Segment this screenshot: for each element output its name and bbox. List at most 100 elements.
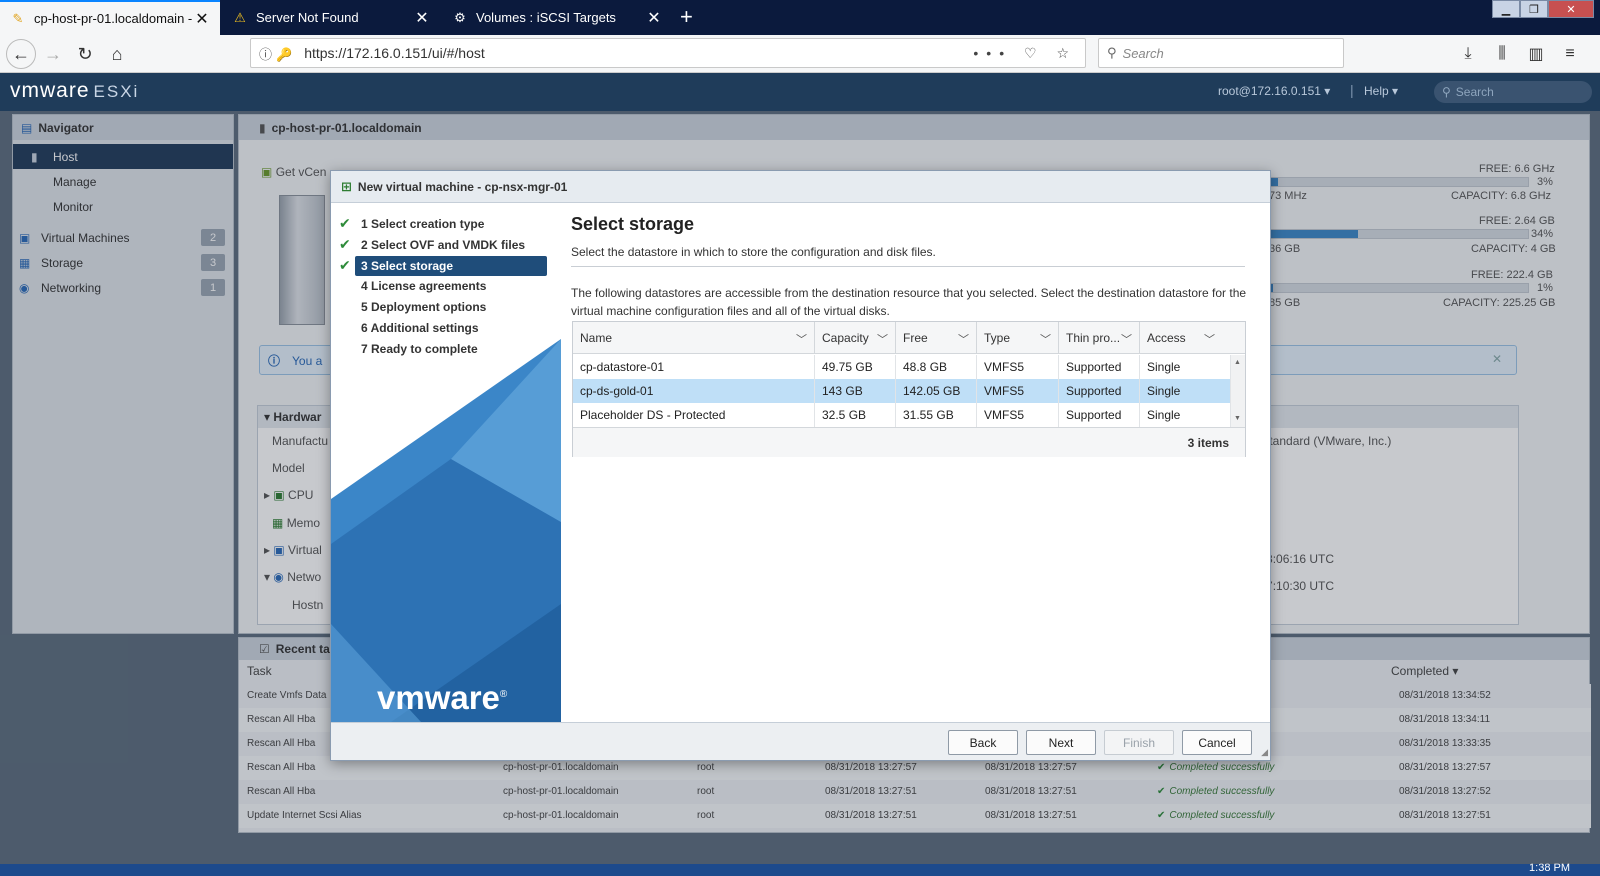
datastore-cell-free: 48.8 GB	[896, 355, 977, 379]
site-info-icon[interactable]: ⓘ🔑	[259, 44, 296, 63]
datastore-cell-free: 142.05 GB	[896, 379, 977, 403]
column-header-name[interactable]: Name ﹀	[573, 322, 815, 354]
wizard-step-6[interactable]: 6 Additional settings	[355, 318, 547, 338]
gear-icon: ⚙	[454, 9, 466, 25]
table-item-count: 3 items	[573, 427, 1245, 457]
datastore-cell-free: 31.55 GB	[896, 403, 977, 427]
user-menu[interactable]: root@172.16.0.151 ▾	[1218, 84, 1330, 98]
checkmark-icon: ✔	[339, 235, 351, 252]
datastore-cell-access: Single	[1140, 355, 1231, 379]
wizard-step-3[interactable]: 3 Select storage	[355, 255, 547, 276]
datastore-cell-type: VMFS5	[977, 403, 1059, 427]
header-separator: |	[1350, 82, 1354, 98]
wizard-title-bar: ⊞ New virtual machine - cp-nsx-mgr-01	[331, 171, 1270, 203]
next-button[interactable]: Next	[1026, 730, 1096, 755]
datastore-cell-capacity: 49.75 GB	[815, 355, 896, 379]
datastore-row[interactable]: cp-ds-gold-01 143 GB 142.05 GB VMFS5 Support…	[573, 379, 1231, 403]
tab-iscsi-targets[interactable]: ⚙ Volumes : iSCSI Targets ✕	[442, 0, 672, 35]
window-controls: ▁ ❐ ✕	[1492, 0, 1594, 18]
warning-icon: ⚠	[234, 9, 246, 25]
windows-taskbar: 1:38 PM	[0, 862, 1600, 876]
column-header-capacity[interactable]: Capacity ﹀	[815, 322, 896, 354]
datastore-row[interactable]: cp-datastore-01 49.75 GB 48.8 GB VMFS5 Suppo…	[573, 355, 1231, 379]
back-arrow-icon[interactable]: ←	[6, 39, 36, 69]
chevron-down-icon[interactable]: ﹀	[796, 331, 807, 347]
wizard-step-1[interactable]: 1 Select creation type	[355, 214, 547, 234]
wizard-step-2[interactable]: 2 Select OVF and VMDK files	[355, 235, 547, 255]
datastore-cell-thin: Supported	[1059, 379, 1140, 403]
home-icon[interactable]: ⌂	[102, 39, 132, 69]
datastore-table-header: Name ﹀ Capacity ﹀ Free ﹀ Type ﹀ Thin pro... ﹀…	[573, 322, 1245, 354]
datastore-cell-name: Placeholder DS - Protected	[573, 403, 815, 427]
datastore-cell-name: cp-ds-gold-01	[573, 379, 815, 403]
maximize-icon[interactable]: ❐	[1520, 0, 1548, 18]
forward-arrow-icon[interactable]: →	[38, 39, 68, 69]
tab-title: Volumes : iSCSI Targets	[476, 10, 616, 25]
search-icon: ⚲	[1107, 45, 1117, 60]
window-close-icon[interactable]: ✕	[1548, 0, 1594, 18]
datastore-cell-name: cp-datastore-01	[573, 355, 815, 379]
column-header-free[interactable]: Free ﹀	[896, 322, 977, 354]
datastore-row[interactable]: Placeholder DS - Protected 32.5 GB 31.55 G…	[573, 403, 1231, 427]
new-vm-icon: ⊞	[341, 178, 352, 194]
tab-esxi-host[interactable]: ✎ cp-host-pr-01.localdomain - VI ✕	[0, 0, 220, 35]
tab-title: Server Not Found	[256, 10, 359, 25]
page-title: Select storage	[571, 214, 695, 234]
resize-handle-icon[interactable]: ◢	[1261, 747, 1268, 758]
datastore-cell-access: Single	[1140, 403, 1231, 427]
chevron-down-icon[interactable]: ﹀	[1040, 331, 1051, 347]
library-icon[interactable]: ⫼	[1490, 39, 1514, 69]
tab-server-not-found[interactable]: ⚠ Server Not Found ✕	[222, 0, 440, 35]
finish-button[interactable]: Finish	[1104, 730, 1174, 755]
esxi-header: vmware ESXi root@172.16.0.151 ▾ | Help ▾ …	[0, 73, 1600, 111]
scroll-down-icon[interactable]: ▼	[1234, 415, 1241, 422]
wizard-title: New virtual machine - cp-nsx-mgr-01	[357, 179, 568, 194]
datastore-cell-type: VMFS5	[977, 379, 1059, 403]
checkmark-icon: ✔	[339, 256, 351, 273]
browser-search-input[interactable]: ⚲ Search	[1098, 38, 1344, 68]
back-button[interactable]: Back	[948, 730, 1018, 755]
datastore-cell-type: VMFS5	[977, 355, 1059, 379]
help-menu[interactable]: Help ▾	[1364, 84, 1398, 98]
wizard-step-7[interactable]: 7 Ready to complete	[355, 339, 547, 359]
column-header-type[interactable]: Type ﹀	[977, 322, 1059, 354]
search-icon: ⚲	[1442, 85, 1451, 99]
cancel-button[interactable]: Cancel	[1182, 730, 1252, 755]
wizard-step-5[interactable]: 5 Deployment options	[355, 297, 547, 317]
wizard-step-4[interactable]: 4 License agreements	[355, 276, 547, 296]
checkmark-icon: ✔	[339, 215, 351, 231]
chevron-down-icon[interactable]: ﹀	[1204, 331, 1215, 347]
datastore-cell-thin: Supported	[1059, 355, 1140, 379]
browser-toolbar: ⤓ ⫼ ▥ ≡	[1456, 39, 1582, 69]
browser-tab-bar: ✎ cp-host-pr-01.localdomain - VI ✕ ⚠ Ser…	[0, 0, 1600, 35]
column-header-thin-provisioning[interactable]: Thin pro... ﹀	[1059, 322, 1140, 354]
column-header-access[interactable]: Access ﹀	[1140, 322, 1245, 354]
chevron-down-icon[interactable]: ﹀	[877, 331, 888, 347]
reload-icon[interactable]: ↻	[70, 39, 100, 69]
scroll-up-icon[interactable]: ▲	[1234, 359, 1241, 366]
page-description: The following datastores are accessible …	[571, 286, 1247, 318]
table-scrollbar[interactable]: ▲ ▼	[1231, 355, 1245, 427]
chevron-down-icon[interactable]: ﹀	[958, 331, 969, 347]
page-actions-icon[interactable]: ••• ♡ ☆	[973, 45, 1077, 62]
divider	[571, 266, 1245, 267]
wizard-footer: Back Next Finish Cancel ◢	[331, 722, 1270, 760]
close-icon[interactable]: ✕	[646, 8, 662, 28]
menu-icon[interactable]: ≡	[1558, 39, 1582, 69]
close-icon[interactable]: ✕	[194, 9, 210, 29]
vmware-logo: vmware®	[377, 679, 508, 716]
sidebar-icon[interactable]: ▥	[1524, 39, 1548, 69]
url-bar[interactable]: ⓘ🔑 https://172.16.0.151/ui/#/host ••• ♡ …	[250, 38, 1086, 68]
close-icon[interactable]: ✕	[414, 8, 430, 28]
minimize-icon[interactable]: ▁	[1492, 0, 1520, 18]
pencil-icon: ✎	[12, 10, 24, 26]
esxi-search-input[interactable]: ⚲ Search	[1434, 81, 1592, 103]
new-vm-wizard-dialog: ⊞ New virtual machine - cp-nsx-mgr-01 ✔ 1…	[330, 170, 1271, 761]
datastore-cell-access: Single	[1140, 379, 1231, 403]
url-text[interactable]: https://172.16.0.151/ui/#/host	[304, 45, 973, 61]
chevron-down-icon[interactable]: ﹀	[1121, 331, 1132, 347]
new-tab-plus-icon[interactable]: +	[680, 4, 693, 30]
datastore-cell-capacity: 32.5 GB	[815, 403, 896, 427]
datastore-cell-capacity: 143 GB	[815, 379, 896, 403]
download-icon[interactable]: ⤓	[1456, 39, 1480, 69]
